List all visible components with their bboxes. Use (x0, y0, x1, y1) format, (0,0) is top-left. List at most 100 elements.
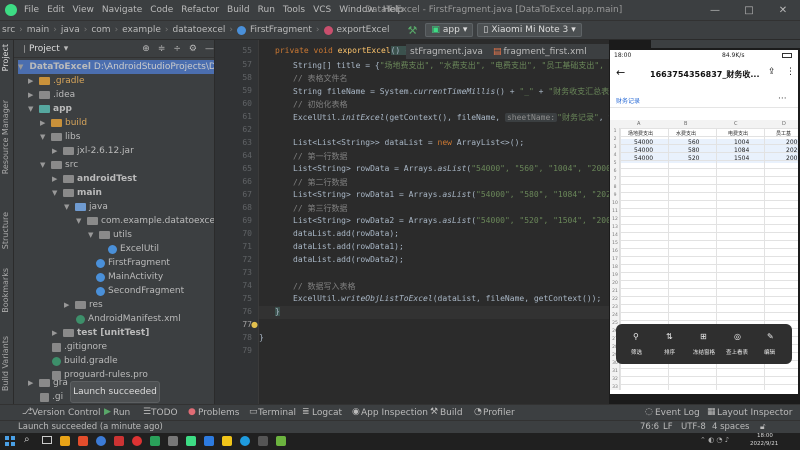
toolbar-freeze[interactable]: 冻结窗格 (693, 348, 715, 356)
menu-view[interactable]: View (73, 5, 94, 15)
taskbar-app-icon[interactable] (114, 436, 124, 446)
taskbar-app-icon[interactable] (150, 436, 160, 446)
taskbar-app-icon[interactable] (204, 436, 214, 446)
tab-firstfragment[interactable]: stFragment.java (410, 47, 483, 57)
tool-build[interactable]: Build (440, 408, 463, 418)
more-vertical-icon[interactable]: ⋮ (786, 67, 795, 77)
row-number[interactable]: 16 (610, 248, 620, 256)
row-number[interactable]: 5 (610, 160, 620, 168)
breadcrumb-src[interactable]: src (2, 25, 15, 35)
row-number[interactable]: 22 (610, 296, 620, 304)
menu-vcs[interactable]: VCS (313, 5, 331, 15)
tree-item-jxl-jar[interactable]: ▶ jxl-2.6.12.jar (52, 144, 134, 158)
tab-fragment-first-xml[interactable]: fragment_first.xml (503, 47, 586, 57)
row-number[interactable]: 32 (610, 376, 620, 384)
tree-item-gitignore-root[interactable]: .gi (40, 390, 63, 404)
table-cell[interactable]: 2020 (786, 147, 798, 154)
header-cell[interactable]: 场地费支出 (628, 130, 653, 137)
breadcrumb-example[interactable]: example (122, 25, 161, 35)
menu-run[interactable]: Run (258, 5, 275, 15)
code-editor[interactable]: private void exportExcel() { String[] ti… (259, 40, 609, 404)
tree-item-src[interactable]: ▼ src (40, 158, 78, 172)
device-select[interactable]: ▯ Xiaomi Mi Note 3 ▾ (477, 23, 582, 37)
row-number[interactable]: 9 (610, 192, 620, 200)
taskbar-app-icon[interactable] (96, 436, 106, 446)
gear-icon[interactable]: ⚙ (189, 44, 197, 54)
table-cell[interactable]: 54000 (634, 155, 653, 162)
back-arrow-icon[interactable]: ← (616, 66, 625, 79)
row-number[interactable]: 1 (610, 128, 620, 136)
breadcrumb-com[interactable]: com (91, 25, 110, 35)
table-cell[interactable]: 1004 (734, 139, 749, 146)
minimize-icon[interactable]: — (698, 0, 732, 20)
row-number[interactable]: 8 (610, 184, 620, 192)
row-number[interactable]: 12 (610, 216, 620, 224)
taskbar-app-icon[interactable] (240, 436, 250, 446)
tree-item-libs[interactable]: ▼ libs (40, 130, 80, 144)
chevron-down-icon[interactable]: ▾ (64, 44, 69, 54)
tree-item-app[interactable]: ▼ app (28, 102, 72, 116)
tab-bookmarks[interactable]: Bookmarks (1, 268, 13, 313)
tool-layout-inspector[interactable]: Layout Inspector (717, 408, 792, 418)
table-cell[interactable]: 1084 (734, 147, 749, 154)
table-cell[interactable]: 2007 (786, 155, 798, 162)
toolbar-filter[interactable]: 筛选 (631, 348, 642, 356)
sheet-tab[interactable]: 财务记录 (616, 96, 640, 105)
tree-item-firstfragment[interactable]: FirstFragment (96, 256, 170, 270)
header-cell[interactable]: 电费支出 (728, 130, 748, 137)
tree-item-gradle[interactable]: ▶ .gradle (28, 74, 85, 88)
row-number[interactable]: 15 (610, 240, 620, 248)
taskbar-app-icon[interactable] (276, 436, 286, 446)
menu-refactor[interactable]: Refactor (181, 5, 219, 15)
breadcrumb-main[interactable]: main (27, 25, 50, 35)
tab-resource-manager[interactable]: Resource Manager (1, 100, 13, 174)
caret-position[interactable]: 76:6 (640, 422, 659, 432)
taskbar-date[interactable]: 2022/9/21 (750, 441, 778, 447)
taskbar-app-icon[interactable] (60, 436, 70, 446)
task-view-icon[interactable] (42, 436, 52, 444)
table-cell[interactable]: 1504 (734, 155, 749, 162)
line-separator[interactable]: LF (663, 422, 673, 432)
row-number[interactable]: 11 (610, 208, 620, 216)
indent-setting[interactable]: 4 spaces (712, 422, 749, 432)
tab-project[interactable]: Project (1, 44, 13, 71)
collapse-all-icon[interactable]: ≑ (158, 44, 166, 54)
menu-file[interactable]: File (24, 5, 39, 15)
maximize-icon[interactable]: □ (732, 0, 766, 20)
run-config-select[interactable]: ▣ app ▾ (425, 23, 474, 37)
menu-navigate[interactable]: Navigate (102, 5, 142, 15)
tree-item-build[interactable]: ▶ build (40, 116, 87, 130)
menu-code[interactable]: Code (150, 5, 173, 15)
tool-terminal[interactable]: Terminal (258, 408, 296, 418)
lock-icon[interactable]: 🔓︎ (760, 422, 766, 432)
share-icon[interactable]: ⇪ (768, 67, 776, 77)
tab-structure[interactable]: Structure (1, 212, 13, 249)
menu-edit[interactable]: Edit (47, 5, 64, 15)
search-icon[interactable]: ⌕ (24, 434, 30, 445)
tree-item-res[interactable]: ▶ res (64, 298, 103, 312)
menu-build[interactable]: Build (227, 5, 250, 15)
table-cell[interactable]: 580 (688, 147, 699, 154)
windows-start-icon[interactable] (5, 436, 15, 446)
table-cell[interactable]: 520 (688, 155, 699, 162)
row-number[interactable]: 10 (610, 200, 620, 208)
row-number[interactable]: 24 (610, 312, 620, 320)
taskbar-app-icon[interactable] (258, 436, 268, 446)
tree-item-java[interactable]: ▼ java (64, 200, 108, 214)
breadcrumb-method[interactable]: exportExcel (337, 25, 390, 35)
tree-item-mainactivity[interactable]: MainActivity (96, 270, 163, 284)
tree-item-package[interactable]: ▼ com.example.datatoexcel (76, 214, 214, 228)
table-cell[interactable]: 54000 (634, 147, 653, 154)
toolbar-sort[interactable]: 排序 (664, 348, 675, 356)
tree-item-secondfragment[interactable]: SecondFragment (96, 284, 184, 298)
tool-todo[interactable]: TODO (151, 408, 178, 418)
row-number[interactable]: 13 (610, 224, 620, 232)
tree-item-gradle-dir[interactable]: ▶ gra (28, 376, 68, 390)
tool-logcat[interactable]: Logcat (312, 408, 342, 418)
row-number[interactable]: 33 (610, 384, 620, 390)
taskbar-app-icon[interactable] (168, 436, 178, 446)
row-number[interactable]: 14 (610, 232, 620, 240)
bulb-icon[interactable]: ● (251, 320, 258, 329)
toolbar-view[interactable]: 查上看表 (726, 348, 748, 356)
tool-event-log[interactable]: Event Log (655, 408, 700, 418)
